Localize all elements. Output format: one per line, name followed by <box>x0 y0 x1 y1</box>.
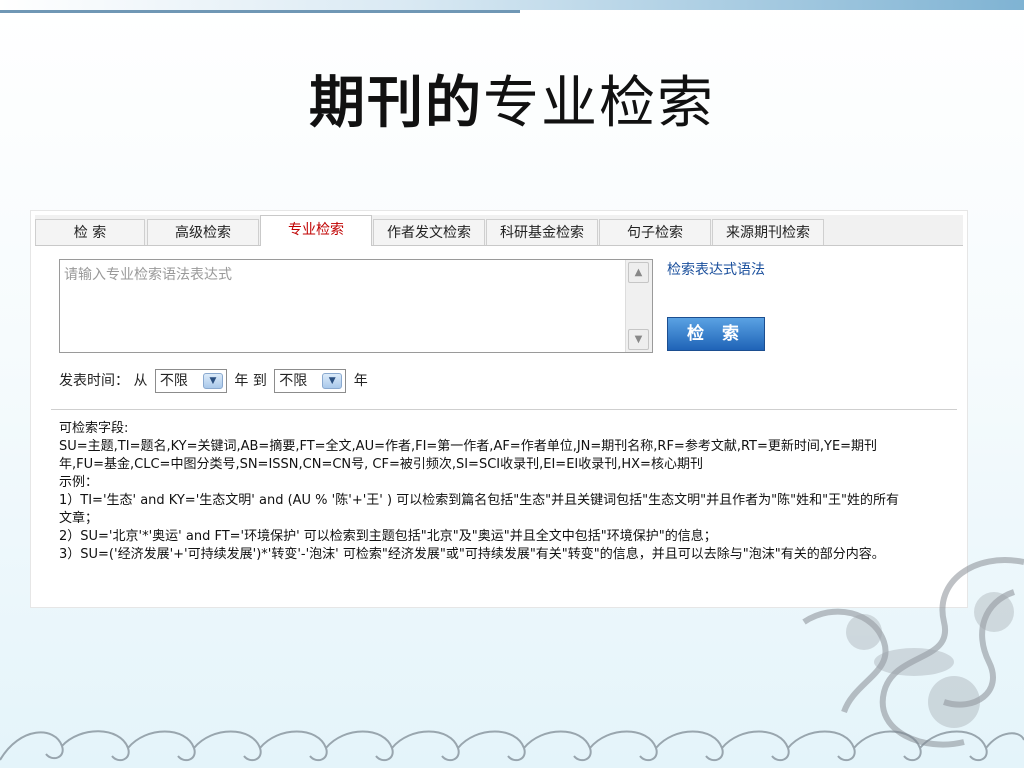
slide-title-bold: 期刊的 <box>309 71 483 136</box>
tab-fund-search[interactable]: 科研基金检索 <box>486 219 598 245</box>
tab-source-journal-search[interactable]: 来源期刊检索 <box>712 219 824 245</box>
top-gradient-bar <box>0 0 1024 10</box>
tab-professional-search[interactable]: 专业检索 <box>260 215 372 246</box>
tab-author-search[interactable]: 作者发文检索 <box>373 219 485 245</box>
chevron-up-icon[interactable]: ▲ <box>628 262 649 283</box>
chevron-down-icon[interactable]: ▼ <box>202 373 223 389</box>
example-1-line-1: 1）TI='生态' and KY='生态文明' and (AU % '陈'+'王… <box>59 493 900 508</box>
tab-advanced-search[interactable]: 高级检索 <box>147 219 259 245</box>
date-to-label: 到 <box>252 373 267 389</box>
year-label-2: 年 <box>353 373 368 389</box>
chevron-down-icon[interactable]: ▼ <box>322 373 343 389</box>
publish-date-row: 发表时间： 从 不限 ▼ 年 到 不限 ▼ 年 <box>59 369 368 395</box>
help-text: 可检索字段: SU=主题,TI=题名,KY=关键词,AB=摘要,FT=全文,AU… <box>59 420 959 564</box>
tab-sentence-search[interactable]: 句子检索 <box>599 219 711 245</box>
example-2: 2）SU='北京'*'奥运' and FT='环境保护' 可以检索到主题包括"北… <box>59 529 717 544</box>
year-to-select[interactable]: 不限 ▼ <box>274 369 347 393</box>
example-title: 示例： <box>59 475 99 490</box>
year-from-select[interactable]: 不限 ▼ <box>154 369 227 393</box>
query-textarea[interactable] <box>60 260 626 352</box>
wave-border-decoration <box>0 730 1024 762</box>
search-button[interactable]: 检 索 <box>667 317 765 351</box>
fields-line-1: SU=主题,TI=题名,KY=关键词,AB=摘要,FT=全文,AU=作者,FI=… <box>59 439 878 454</box>
top-accent-line <box>0 10 520 13</box>
syntax-help-link[interactable]: 检索表达式语法 <box>667 259 765 279</box>
fields-line-2: 年,FU=基金,CLC=中图分类号,SN=ISSN,CN=CN号, CF=被引频… <box>59 457 703 472</box>
example-1-line-2: 文章； <box>59 511 99 526</box>
year-from-value: 不限 <box>159 373 188 389</box>
search-panel: 检 索 高级检索 专业检索 作者发文检索 科研基金检索 句子检索 来源期刊检索 … <box>30 210 968 608</box>
publish-date-label: 发表时间： <box>59 373 129 389</box>
fields-title: 可检索字段: <box>59 421 129 436</box>
chevron-down-icon[interactable]: ▼ <box>628 329 649 350</box>
year-label-1: 年 <box>234 373 249 389</box>
query-scrollbar[interactable]: ▲ ▼ <box>625 260 652 352</box>
date-from-label: 从 <box>133 373 148 389</box>
query-box: ▲ ▼ <box>59 259 653 353</box>
slide-title: 期刊的专业检索 <box>0 58 1024 139</box>
year-to-value: 不限 <box>279 373 308 389</box>
tab-bar: 检 索 高级检索 专业检索 作者发文检索 科研基金检索 句子检索 来源期刊检索 <box>35 215 963 246</box>
divider <box>51 409 957 410</box>
tab-search[interactable]: 检 索 <box>35 219 145 245</box>
slide-title-rest: 专业检索 <box>483 71 715 136</box>
